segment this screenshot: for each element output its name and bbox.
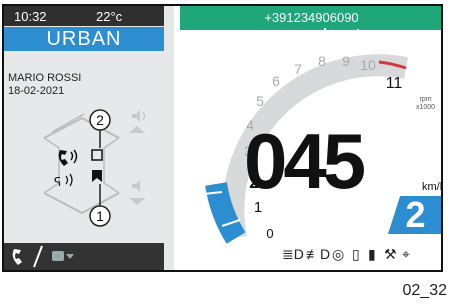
gps-icon: ⌖ [402,246,410,262]
tick-7: 7 [294,61,302,77]
volume-down-button[interactable] [129,180,145,205]
volume-up-icon [132,110,140,122]
tick-8: 8 [318,53,326,69]
clock: 10:32 [14,9,47,24]
fuel-icon: ▯ [352,246,360,262]
speed-unit: km/h [422,181,441,193]
battery-icon: ▮ [368,246,376,262]
wrench-icon: ⚒ [384,246,397,262]
figure-id: 02_32 [402,282,448,299]
tick-5: 5 [256,93,264,109]
rider-name: MARIO ROSSI [8,72,82,84]
ambient-temperature: 22°c [96,9,123,24]
tick-9: 9 [342,53,350,69]
down-number-badge: 1 [89,205,111,227]
svg-text:ᕋ: ᕋ [54,175,61,189]
down-number: 1 [96,208,104,224]
tick-6: 6 [272,73,280,89]
control-diagram: 2 1 ᕋ [43,109,146,227]
main-gauge-area: +391234906090 0 1 2 3 4 5 6 7 8 9 10 11 … [174,6,441,270]
bookmark-icon [92,170,102,182]
up-number-badge: 2 [89,109,111,131]
voice-command-icon[interactable]: ᕋ [54,173,73,189]
ride-mode-label[interactable]: URBAN [4,27,164,51]
chevron-down-icon [66,254,74,259]
square-icon [91,149,103,161]
bottom-toolbar [4,243,164,270]
up-number: 2 [96,112,104,128]
parking-light-icon: ≢D [306,246,331,262]
speed-readout: 045 [244,117,366,205]
status-bar: 10:32 22°c [4,6,164,26]
low-beam-icon: ≣D [282,246,304,262]
tick-11: 11 [386,75,403,92]
instrument-display: 10:32 22°c URBAN MARIO ROSSI 18-02-2021 [2,4,443,272]
tpms-icon: ◎ [332,246,345,262]
phone-call-icon[interactable] [58,149,78,166]
volume-up-button[interactable] [129,110,146,133]
settings-icon [52,251,64,261]
settings-dropdown-button[interactable] [52,251,74,261]
rpm-unit-label: rpm x1000 [416,96,436,111]
volume-down-icon [132,180,140,192]
tick-0: 0 [266,226,273,241]
warning-lights-row: ≣D ≢D ◎ ▯ ▮ ⚒ ⌖ [278,246,441,266]
phone-button[interactable] [12,249,22,265]
left-panel: 10:32 22°c URBAN MARIO ROSSI 18-02-2021 [4,6,200,270]
phone-icon [12,249,22,265]
tick-10: 10 [360,57,376,73]
